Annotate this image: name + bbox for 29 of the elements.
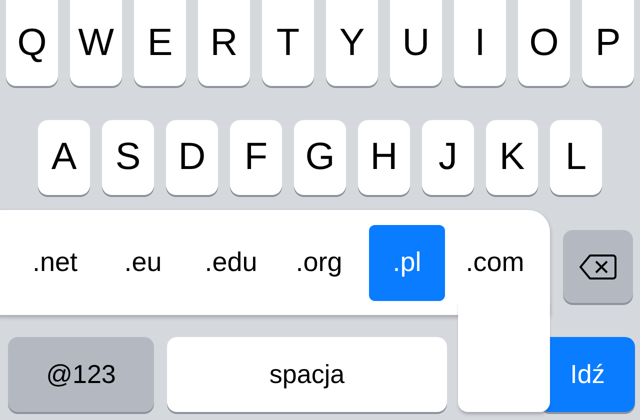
- letter-key[interactable]: F: [230, 120, 282, 195]
- domain-option[interactable]: .edu: [193, 224, 269, 300]
- letter-key[interactable]: O: [518, 0, 570, 86]
- letter-key[interactable]: U: [390, 0, 442, 86]
- delete-key[interactable]: [563, 230, 633, 303]
- letter-key[interactable]: G: [294, 120, 346, 195]
- domain-option[interactable]: .com: [457, 224, 533, 300]
- letter-key[interactable]: J: [422, 120, 474, 195]
- letter-key[interactable]: Y: [326, 0, 378, 86]
- letter-key[interactable]: L: [550, 120, 602, 195]
- domain-option[interactable]: .eu: [105, 224, 181, 300]
- letter-key[interactable]: W: [70, 0, 122, 86]
- domain-option[interactable]: .pl: [369, 224, 445, 300]
- letter-key[interactable]: K: [486, 120, 538, 195]
- domain-option[interactable]: .org: [281, 224, 357, 300]
- letter-key[interactable]: E: [134, 0, 186, 86]
- letter-key[interactable]: H: [358, 120, 410, 195]
- letter-key[interactable]: S: [102, 120, 154, 195]
- letter-key[interactable]: Q: [6, 0, 58, 86]
- letter-key[interactable]: I: [454, 0, 506, 86]
- letter-key[interactable]: D: [166, 120, 218, 195]
- letter-key[interactable]: R: [198, 0, 250, 86]
- letter-key[interactable]: P: [582, 0, 634, 86]
- letter-key[interactable]: A: [38, 120, 90, 195]
- space-key[interactable]: spacja: [167, 337, 447, 412]
- backspace-icon: [579, 254, 617, 280]
- letter-key[interactable]: T: [262, 0, 314, 86]
- mode-key[interactable]: @123: [8, 337, 154, 412]
- domain-option[interactable]: .net: [17, 224, 93, 300]
